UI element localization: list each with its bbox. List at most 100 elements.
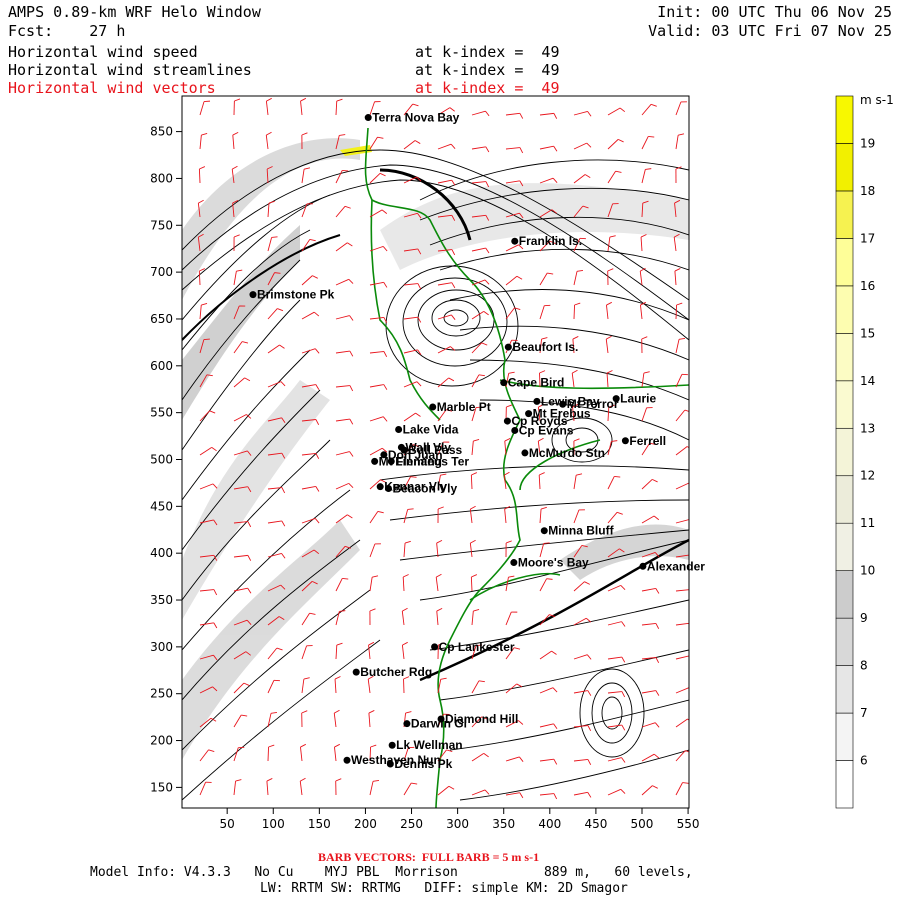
station-label: Ferrell bbox=[629, 434, 666, 448]
station-label: Moore's Bay bbox=[518, 556, 589, 570]
colorbar-level-label: 18 bbox=[860, 184, 875, 198]
station-dot bbox=[376, 483, 384, 491]
wind-barb-flag bbox=[648, 136, 655, 138]
station-dot bbox=[521, 449, 529, 457]
wind-barb-flag bbox=[614, 476, 621, 478]
colorbar-unit: m s-1 bbox=[860, 93, 894, 107]
colorbar-bin bbox=[835, 665, 854, 714]
station-dot bbox=[621, 437, 629, 445]
colorbar-level-label: 11 bbox=[860, 516, 875, 530]
station-dot bbox=[511, 426, 519, 434]
wind-barb-flag bbox=[690, 519, 694, 524]
wind-barb-flag bbox=[342, 578, 349, 580]
y-tick-label: 500 bbox=[150, 452, 173, 466]
station-label: Brimstone Pk bbox=[257, 288, 335, 302]
colorbar-level-label: 14 bbox=[860, 374, 875, 388]
station-dot bbox=[387, 457, 395, 465]
y-tick-label: 450 bbox=[150, 499, 173, 513]
station-dot bbox=[388, 741, 396, 749]
station-label: Beaufort Is. bbox=[512, 340, 578, 354]
colorbar-bin bbox=[835, 522, 854, 571]
colorbar-level-label: 15 bbox=[860, 326, 875, 340]
y-tick-label: 550 bbox=[150, 406, 173, 420]
x-tick-label: 200 bbox=[354, 817, 377, 831]
barb-note: BARB VECTORS: FULL BARB = 5 m s-1 bbox=[318, 850, 540, 864]
wind-barb-flag bbox=[690, 656, 693, 661]
y-tick-label: 850 bbox=[150, 125, 173, 139]
x-tick-label: 100 bbox=[262, 817, 285, 831]
station-label: Cape Bird bbox=[508, 376, 565, 390]
x-tick-label: 500 bbox=[631, 817, 654, 831]
station-dot bbox=[429, 403, 437, 411]
station-dot bbox=[500, 379, 508, 387]
y-tick-label: 400 bbox=[150, 546, 173, 560]
wind-barb-flag bbox=[690, 623, 693, 628]
x-tick-label: 300 bbox=[446, 817, 469, 831]
station-label: Lk Wellman bbox=[396, 738, 462, 752]
station-label: Cp Lankester bbox=[439, 640, 515, 654]
y-axis: 150 200 250 300 350 400 450 500 550 600 650 700 750 8… bbox=[150, 125, 182, 794]
colorbar-level-label: 7 bbox=[860, 706, 868, 720]
y-tick-label: 250 bbox=[150, 687, 173, 701]
x-tick-label: 400 bbox=[538, 817, 561, 831]
y-tick-label: 800 bbox=[150, 171, 173, 185]
y-tick-label: 600 bbox=[150, 359, 173, 373]
colorbar-bin bbox=[835, 190, 854, 239]
station-label: Beacon Vly bbox=[392, 482, 457, 496]
colorbar-bin bbox=[835, 285, 854, 334]
station-dot bbox=[510, 559, 518, 567]
station-label: Diamond Hill bbox=[445, 712, 518, 726]
x-tick-label: 150 bbox=[308, 817, 331, 831]
y-tick-label: 350 bbox=[150, 593, 173, 607]
model-info: Model Info: V4.3.3 No Cu MYJ PBL Morriso… bbox=[90, 865, 693, 880]
wind-barb bbox=[573, 304, 576, 320]
station-dot bbox=[403, 720, 411, 728]
colorbar-level-label: 17 bbox=[860, 231, 875, 245]
colorbar-level-label: 6 bbox=[860, 754, 868, 768]
wind-barb-flag bbox=[543, 542, 550, 544]
station-dot bbox=[431, 643, 439, 651]
x-tick-label: 550 bbox=[677, 817, 700, 831]
colorbar-bin bbox=[835, 617, 854, 666]
y-tick-label: 200 bbox=[150, 734, 173, 748]
y-tick-label: 300 bbox=[150, 640, 173, 654]
station-label: Butcher Rdg bbox=[360, 665, 432, 679]
station-dot bbox=[249, 291, 257, 299]
colorbar-level-label: 13 bbox=[860, 421, 875, 435]
station-dot bbox=[540, 527, 548, 535]
wind-barb-flag bbox=[203, 338, 210, 341]
colorbar-level-label: 10 bbox=[860, 564, 875, 578]
station-label: Terra Nova Bay bbox=[372, 111, 459, 125]
y-tick-label: 650 bbox=[150, 312, 173, 326]
colorbar-bin bbox=[835, 380, 854, 429]
station-dot bbox=[503, 417, 511, 425]
colorbar-bin bbox=[835, 475, 854, 524]
wind-barb-flag bbox=[690, 590, 693, 595]
colorbar-bin bbox=[835, 427, 854, 477]
station-label: Linnaeus Ter bbox=[395, 454, 469, 468]
station-label: Dennis Pk bbox=[394, 757, 452, 771]
wind-barb bbox=[198, 168, 201, 184]
station-dot bbox=[364, 114, 372, 122]
x-tick-label: 50 bbox=[220, 817, 235, 831]
station-label: Alexander bbox=[647, 559, 705, 573]
station-label: Laurie bbox=[620, 392, 656, 406]
colorbar-bin bbox=[835, 570, 854, 619]
colorbar-level-label: 12 bbox=[860, 469, 875, 483]
station-label: Cp Evans bbox=[519, 423, 574, 437]
station-label: Lake Vida bbox=[403, 423, 459, 437]
colorbar-level-label: 9 bbox=[860, 611, 868, 625]
x-tick-label: 450 bbox=[584, 817, 607, 831]
colorbar-level-label: 8 bbox=[860, 659, 868, 673]
y-tick-label: 150 bbox=[150, 780, 173, 794]
station-dot bbox=[371, 457, 379, 465]
station-dot bbox=[639, 562, 647, 570]
station-dot bbox=[343, 756, 351, 764]
station-label: Franklin Is. bbox=[519, 234, 582, 248]
wind-barb bbox=[267, 746, 270, 762]
colorbar-level-label: 16 bbox=[860, 279, 875, 293]
station-label: Mt Erebus bbox=[533, 407, 591, 421]
y-tick-label: 700 bbox=[150, 265, 173, 279]
station-dot bbox=[511, 237, 519, 245]
station-label: McMurdo Stn bbox=[529, 446, 605, 460]
